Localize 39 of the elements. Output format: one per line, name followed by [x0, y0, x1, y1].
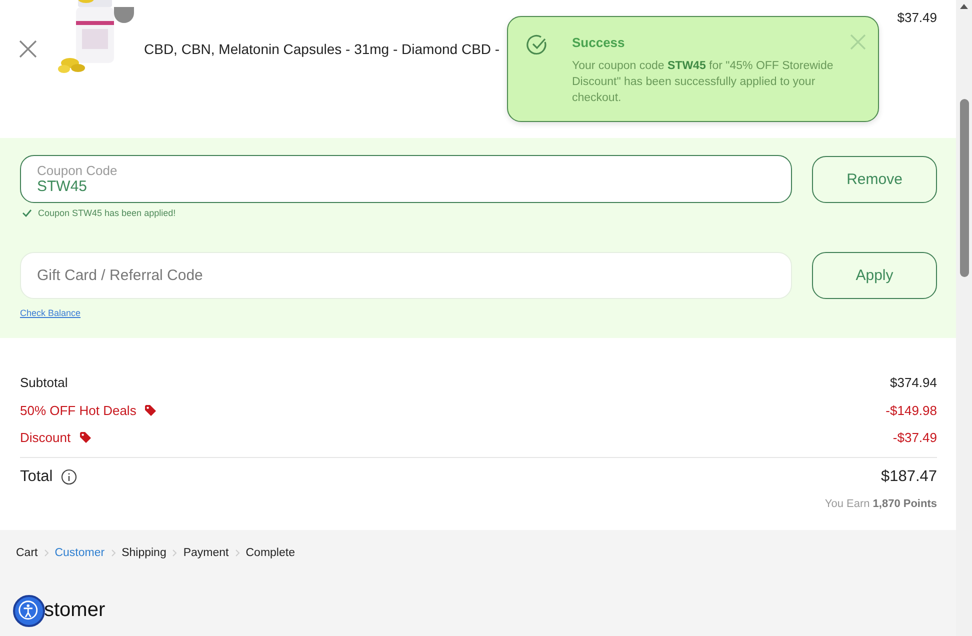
field-label: Coupon Code: [37, 163, 118, 178]
coupon-code-field[interactable]: Coupon Code STW45: [20, 155, 792, 203]
discount-label: 50% OFF Hot Deals: [20, 402, 136, 418]
points-earned: You Earn 1,870 Points: [824, 498, 937, 510]
remove-button[interactable]: Remove: [812, 156, 937, 202]
discount-amount: -$149.98: [886, 402, 937, 418]
page-heading: stomer: [44, 598, 106, 622]
product-price: $37.49: [897, 10, 937, 25]
breadcrumb-step[interactable]: Customer: [54, 546, 105, 558]
toast-title: Success: [572, 35, 626, 50]
gift-card-field[interactable]: Gift Card / Referral Code: [20, 252, 792, 299]
breadcrumb-step[interactable]: Payment: [183, 546, 229, 558]
close-icon[interactable]: [18, 39, 38, 59]
breadcrumb-step[interactable]: Complete: [246, 546, 295, 558]
apply-button[interactable]: Apply: [812, 252, 937, 299]
discount-amount: -$37.49: [892, 430, 937, 446]
coupon-applied-note: Coupon STW45 has been applied!: [38, 208, 176, 218]
breadcrumb-step[interactable]: Shipping: [122, 546, 166, 558]
product-name[interactable]: CBD, CBN, Melatonin Capsules - 31mg - Diamond CBD -: [144, 41, 500, 57]
total-amount: $187.47: [880, 468, 937, 486]
check-circle-icon: [526, 34, 548, 56]
subtotal-label: Subtotal: [20, 375, 68, 390]
coupon-code-input[interactable]: STW45: [37, 178, 775, 195]
breadcrumb-step[interactable]: Cart: [16, 546, 38, 558]
chevron-icon: [234, 548, 240, 556]
tag-icon: [144, 404, 158, 417]
chevron-icon: [172, 548, 178, 556]
discount-label: Discount: [20, 430, 71, 446]
total-label: Total: [20, 468, 53, 486]
subtotal-amount: $374.94: [890, 375, 937, 390]
check-balance-link[interactable]: Check Balance: [20, 308, 81, 318]
toast-message: Your coupon code STW45 for "45% OFF Storewide Discount" has been successfully applied to your checkout.: [572, 59, 834, 106]
info-icon[interactable]: [60, 468, 77, 484]
chevron-icon: [44, 548, 49, 556]
chevron-icon: [110, 548, 116, 556]
tag-icon: [78, 431, 92, 444]
scrollbar[interactable]: [956, 0, 972, 636]
accessibility-icon[interactable]: [13, 594, 45, 626]
check-icon: [22, 209, 32, 217]
